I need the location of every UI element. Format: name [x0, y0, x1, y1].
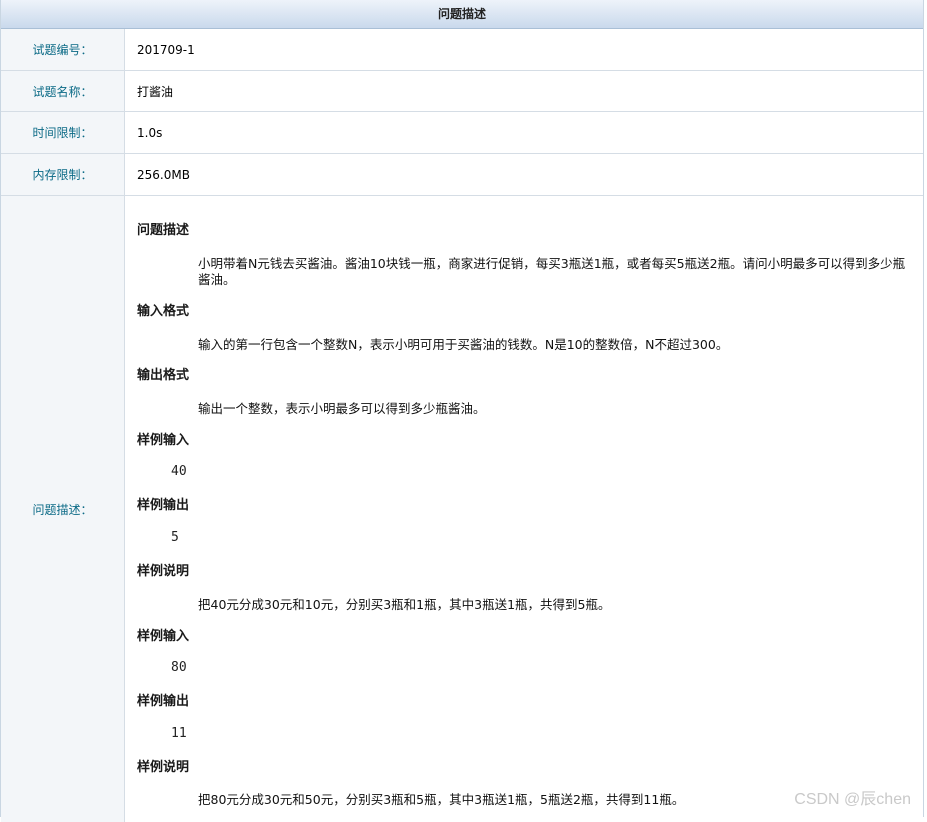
section-text: 输出一个整数，表示小明最多可以得到多少瓶酱油。 [198, 401, 486, 416]
section-text: 把40元分成30元和10元，分别买3瓶和1瓶，其中3瓶送1瓶，共得到5瓶。 [198, 597, 611, 612]
row-value: 1.0s [137, 125, 163, 140]
row-problem-id: 试题编号： 201709-1 [1, 29, 923, 71]
row-description: 问题描述： 问题描述 小明带着N元钱去买酱油。酱油10块钱一瓶，商家进行促销，每… [1, 196, 923, 822]
section-title: 问题描述 [137, 223, 190, 238]
sample-output: 11 [171, 726, 187, 741]
row-label: 内存限制： [1, 154, 125, 195]
section-title: 样例输出 [137, 498, 190, 513]
section-text: 输入的第一行包含一个整数N，表示小明可用于买酱油的钱数。N是10的整数倍，N不超… [198, 337, 729, 352]
row-label: 时间限制： [1, 112, 125, 153]
row-time-limit: 时间限制： 1.0s [1, 112, 923, 154]
section-title: 样例输出 [137, 694, 190, 709]
sample-output: 5 [171, 530, 179, 545]
section-title: 样例说明 [137, 564, 190, 579]
row-label: 试题名称： [1, 71, 125, 111]
problem-panel: 问题描述 试题编号： 201709-1 试题名称： 打酱油 时间限制： 1.0s… [0, 0, 924, 822]
section-title: 样例说明 [137, 760, 190, 775]
section-title: 输出格式 [137, 368, 190, 383]
row-value: 201709-1 [137, 42, 195, 57]
sample-input: 40 [171, 464, 187, 479]
panel-header: 问题描述 [1, 0, 923, 29]
row-label: 问题描述： [1, 196, 125, 822]
row-value: 打酱油 [137, 84, 174, 99]
row-label: 试题编号： [1, 29, 125, 70]
row-value: 256.0MB [137, 167, 190, 182]
section-text: 小明带着N元钱去买酱油。酱油10块钱一瓶，商家进行促销，每买3瓶送1瓶，或者每买… [198, 256, 906, 287]
row-problem-name: 试题名称： 打酱油 [1, 71, 923, 112]
description-body: 问题描述 小明带着N元钱去买酱油。酱油10块钱一瓶，商家进行促销，每买3瓶送1瓶… [125, 196, 923, 822]
section-title: 输入格式 [137, 304, 190, 319]
row-memory-limit: 内存限制： 256.0MB [1, 154, 923, 196]
section-title: 样例输入 [137, 629, 190, 644]
watermark: CSDN @辰chen [794, 791, 911, 808]
sample-input: 80 [171, 660, 187, 675]
section-title: 样例输入 [137, 433, 190, 448]
